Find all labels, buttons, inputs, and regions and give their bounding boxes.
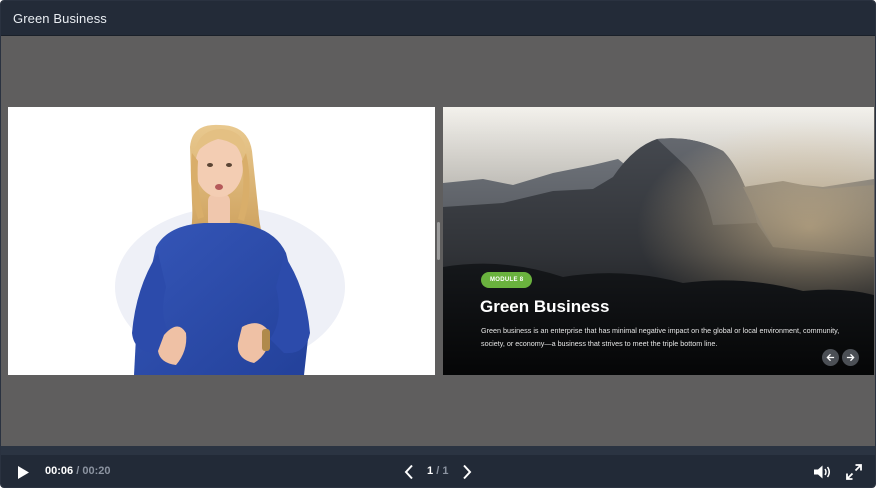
play-icon xyxy=(18,465,29,479)
presenter-image xyxy=(8,107,435,375)
chevron-left-icon xyxy=(404,464,413,480)
presenter-video[interactable] xyxy=(8,107,435,375)
control-bar: 00:06 / 00:20 1 / 1 xyxy=(1,455,875,487)
time-separator: / xyxy=(76,465,80,477)
page-current: 1 xyxy=(427,465,434,477)
fullscreen-button[interactable] xyxy=(844,462,864,482)
slide-title: Green Business xyxy=(480,297,610,316)
panel-resize-handle[interactable] xyxy=(437,222,440,260)
page-counter: 1 / 1 xyxy=(427,465,448,477)
slide-body-text: Green business is an enterprise that has… xyxy=(481,326,840,348)
total-time: 00:20 xyxy=(82,465,111,477)
play-button[interactable] xyxy=(13,463,33,481)
content-stage: MODULE 8 Green Business Green business i… xyxy=(1,36,875,446)
arrow-right-icon xyxy=(846,353,855,362)
volume-icon xyxy=(814,465,830,479)
title-bar: Green Business xyxy=(1,1,875,36)
arrow-left-icon xyxy=(826,353,835,362)
window-title: Green Business xyxy=(13,11,107,26)
volume-button[interactable] xyxy=(812,462,832,482)
module-badge: MODULE 8 xyxy=(481,272,533,288)
slide-next-button[interactable] xyxy=(842,349,859,366)
next-page-button[interactable] xyxy=(459,462,475,482)
player-window: Green Business MODULE 8 Green Business G… xyxy=(0,0,876,488)
page-total: 1 xyxy=(442,465,449,477)
slide-panel: MODULE 8 Green Business Green business i… xyxy=(443,107,874,375)
page-separator: / xyxy=(436,465,440,477)
previous-page-button[interactable] xyxy=(401,462,417,482)
chevron-right-icon xyxy=(463,464,472,480)
slide-prev-button[interactable] xyxy=(822,349,839,366)
progress-bar[interactable] xyxy=(1,446,875,455)
current-time: 00:06 xyxy=(45,465,74,477)
fullscreen-icon xyxy=(846,464,862,480)
time-display: 00:06 / 00:20 xyxy=(45,465,110,477)
